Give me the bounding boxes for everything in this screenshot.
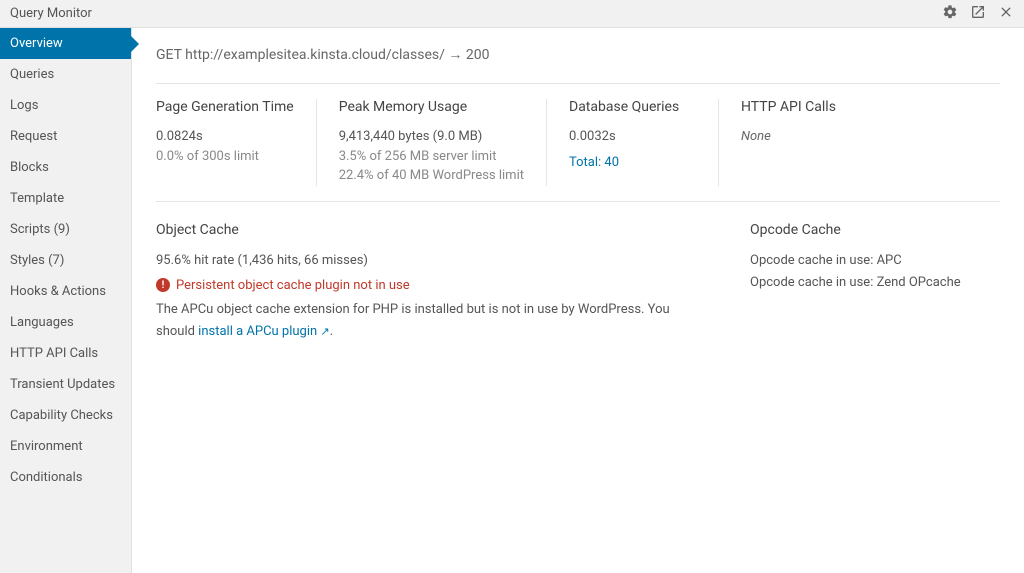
topbar-actions bbox=[942, 4, 1014, 24]
cache-desc: The APCu object cache extension for PHP … bbox=[156, 299, 710, 343]
topbar: Query Monitor bbox=[0, 0, 1024, 28]
stats-row: Page Generation Time 0.0824s 0.0% of 300… bbox=[156, 83, 1000, 202]
sidebar-item-scripts[interactable]: Scripts (9) bbox=[0, 214, 131, 245]
popout-icon[interactable] bbox=[970, 4, 986, 24]
close-icon[interactable] bbox=[998, 4, 1014, 24]
external-link-icon: ↗ bbox=[320, 325, 329, 338]
sidebar-item-queries[interactable]: Queries bbox=[0, 59, 131, 90]
sidebar-item-environment[interactable]: Environment bbox=[0, 431, 131, 462]
db-total-link[interactable]: Total: 40 bbox=[569, 155, 619, 170]
hit-rate: 95.6% hit rate (1,436 hits, 66 misses) bbox=[156, 250, 710, 272]
stat-page-generation: Page Generation Time 0.0824s 0.0% of 300… bbox=[156, 99, 317, 186]
opcode-cache-section: Opcode Cache Opcode cache in use: APC Op… bbox=[750, 222, 1000, 343]
sidebar-item-http-api[interactable]: HTTP API Calls bbox=[0, 338, 131, 369]
sidebar-item-transients[interactable]: Transient Updates bbox=[0, 369, 131, 400]
sidebar-item-hooks[interactable]: Hooks & Actions bbox=[0, 276, 131, 307]
stat-title: Peak Memory Usage bbox=[339, 99, 524, 115]
stat-sub: 3.5% of 256 MB server limit bbox=[339, 147, 524, 167]
sidebar-item-request[interactable]: Request bbox=[0, 121, 131, 152]
sidebar: Overview Queries Logs Request Blocks Tem… bbox=[0, 28, 132, 573]
stat-title: Page Generation Time bbox=[156, 99, 294, 115]
stat-http-api: HTTP API Calls None bbox=[741, 99, 891, 186]
sidebar-item-languages[interactable]: Languages bbox=[0, 307, 131, 338]
stat-value: 0.0032s bbox=[569, 127, 696, 147]
request-line: GET http://examplesitea.kinsta.cloud/cla… bbox=[156, 46, 1000, 83]
opcode-line: Opcode cache in use: Zend OPcache bbox=[750, 272, 1000, 294]
install-plugin-link[interactable]: install a APCu plugin ↗ bbox=[198, 324, 329, 339]
warning-icon: ! bbox=[156, 278, 170, 292]
sidebar-item-conditionals[interactable]: Conditionals bbox=[0, 462, 131, 493]
cache-row: Object Cache 95.6% hit rate (1,436 hits,… bbox=[156, 222, 1000, 343]
sidebar-item-styles[interactable]: Styles (7) bbox=[0, 245, 131, 276]
stat-value: 0.0824s bbox=[156, 127, 294, 147]
sidebar-item-capability[interactable]: Capability Checks bbox=[0, 400, 131, 431]
cache-warning: ! Persistent object cache plugin not in … bbox=[156, 278, 710, 293]
stat-value: 9,413,440 bytes (9.0 MB) bbox=[339, 127, 524, 147]
sidebar-item-template[interactable]: Template bbox=[0, 183, 131, 214]
object-cache-section: Object Cache 95.6% hit rate (1,436 hits,… bbox=[156, 222, 710, 343]
warning-text: Persistent object cache plugin not in us… bbox=[176, 278, 410, 293]
stat-sub: 22.4% of 40 MB WordPress limit bbox=[339, 166, 524, 186]
sidebar-item-overview[interactable]: Overview bbox=[0, 28, 131, 59]
stat-title: HTTP API Calls bbox=[741, 99, 869, 115]
stat-title: Database Queries bbox=[569, 99, 696, 115]
stat-memory: Peak Memory Usage 9,413,440 bytes (9.0 M… bbox=[339, 99, 547, 186]
main-panel: GET http://examplesitea.kinsta.cloud/cla… bbox=[132, 28, 1024, 573]
gear-icon[interactable] bbox=[942, 4, 958, 24]
opcode-line: Opcode cache in use: APC bbox=[750, 250, 1000, 272]
section-title: Object Cache bbox=[156, 222, 710, 238]
sidebar-item-blocks[interactable]: Blocks bbox=[0, 152, 131, 183]
app-title: Query Monitor bbox=[10, 6, 92, 21]
section-title: Opcode Cache bbox=[750, 222, 1000, 238]
stat-sub: 0.0% of 300s limit bbox=[156, 147, 294, 167]
stat-database: Database Queries 0.0032s Total: 40 bbox=[569, 99, 719, 186]
sidebar-item-logs[interactable]: Logs bbox=[0, 90, 131, 121]
stat-value: None bbox=[741, 127, 869, 147]
